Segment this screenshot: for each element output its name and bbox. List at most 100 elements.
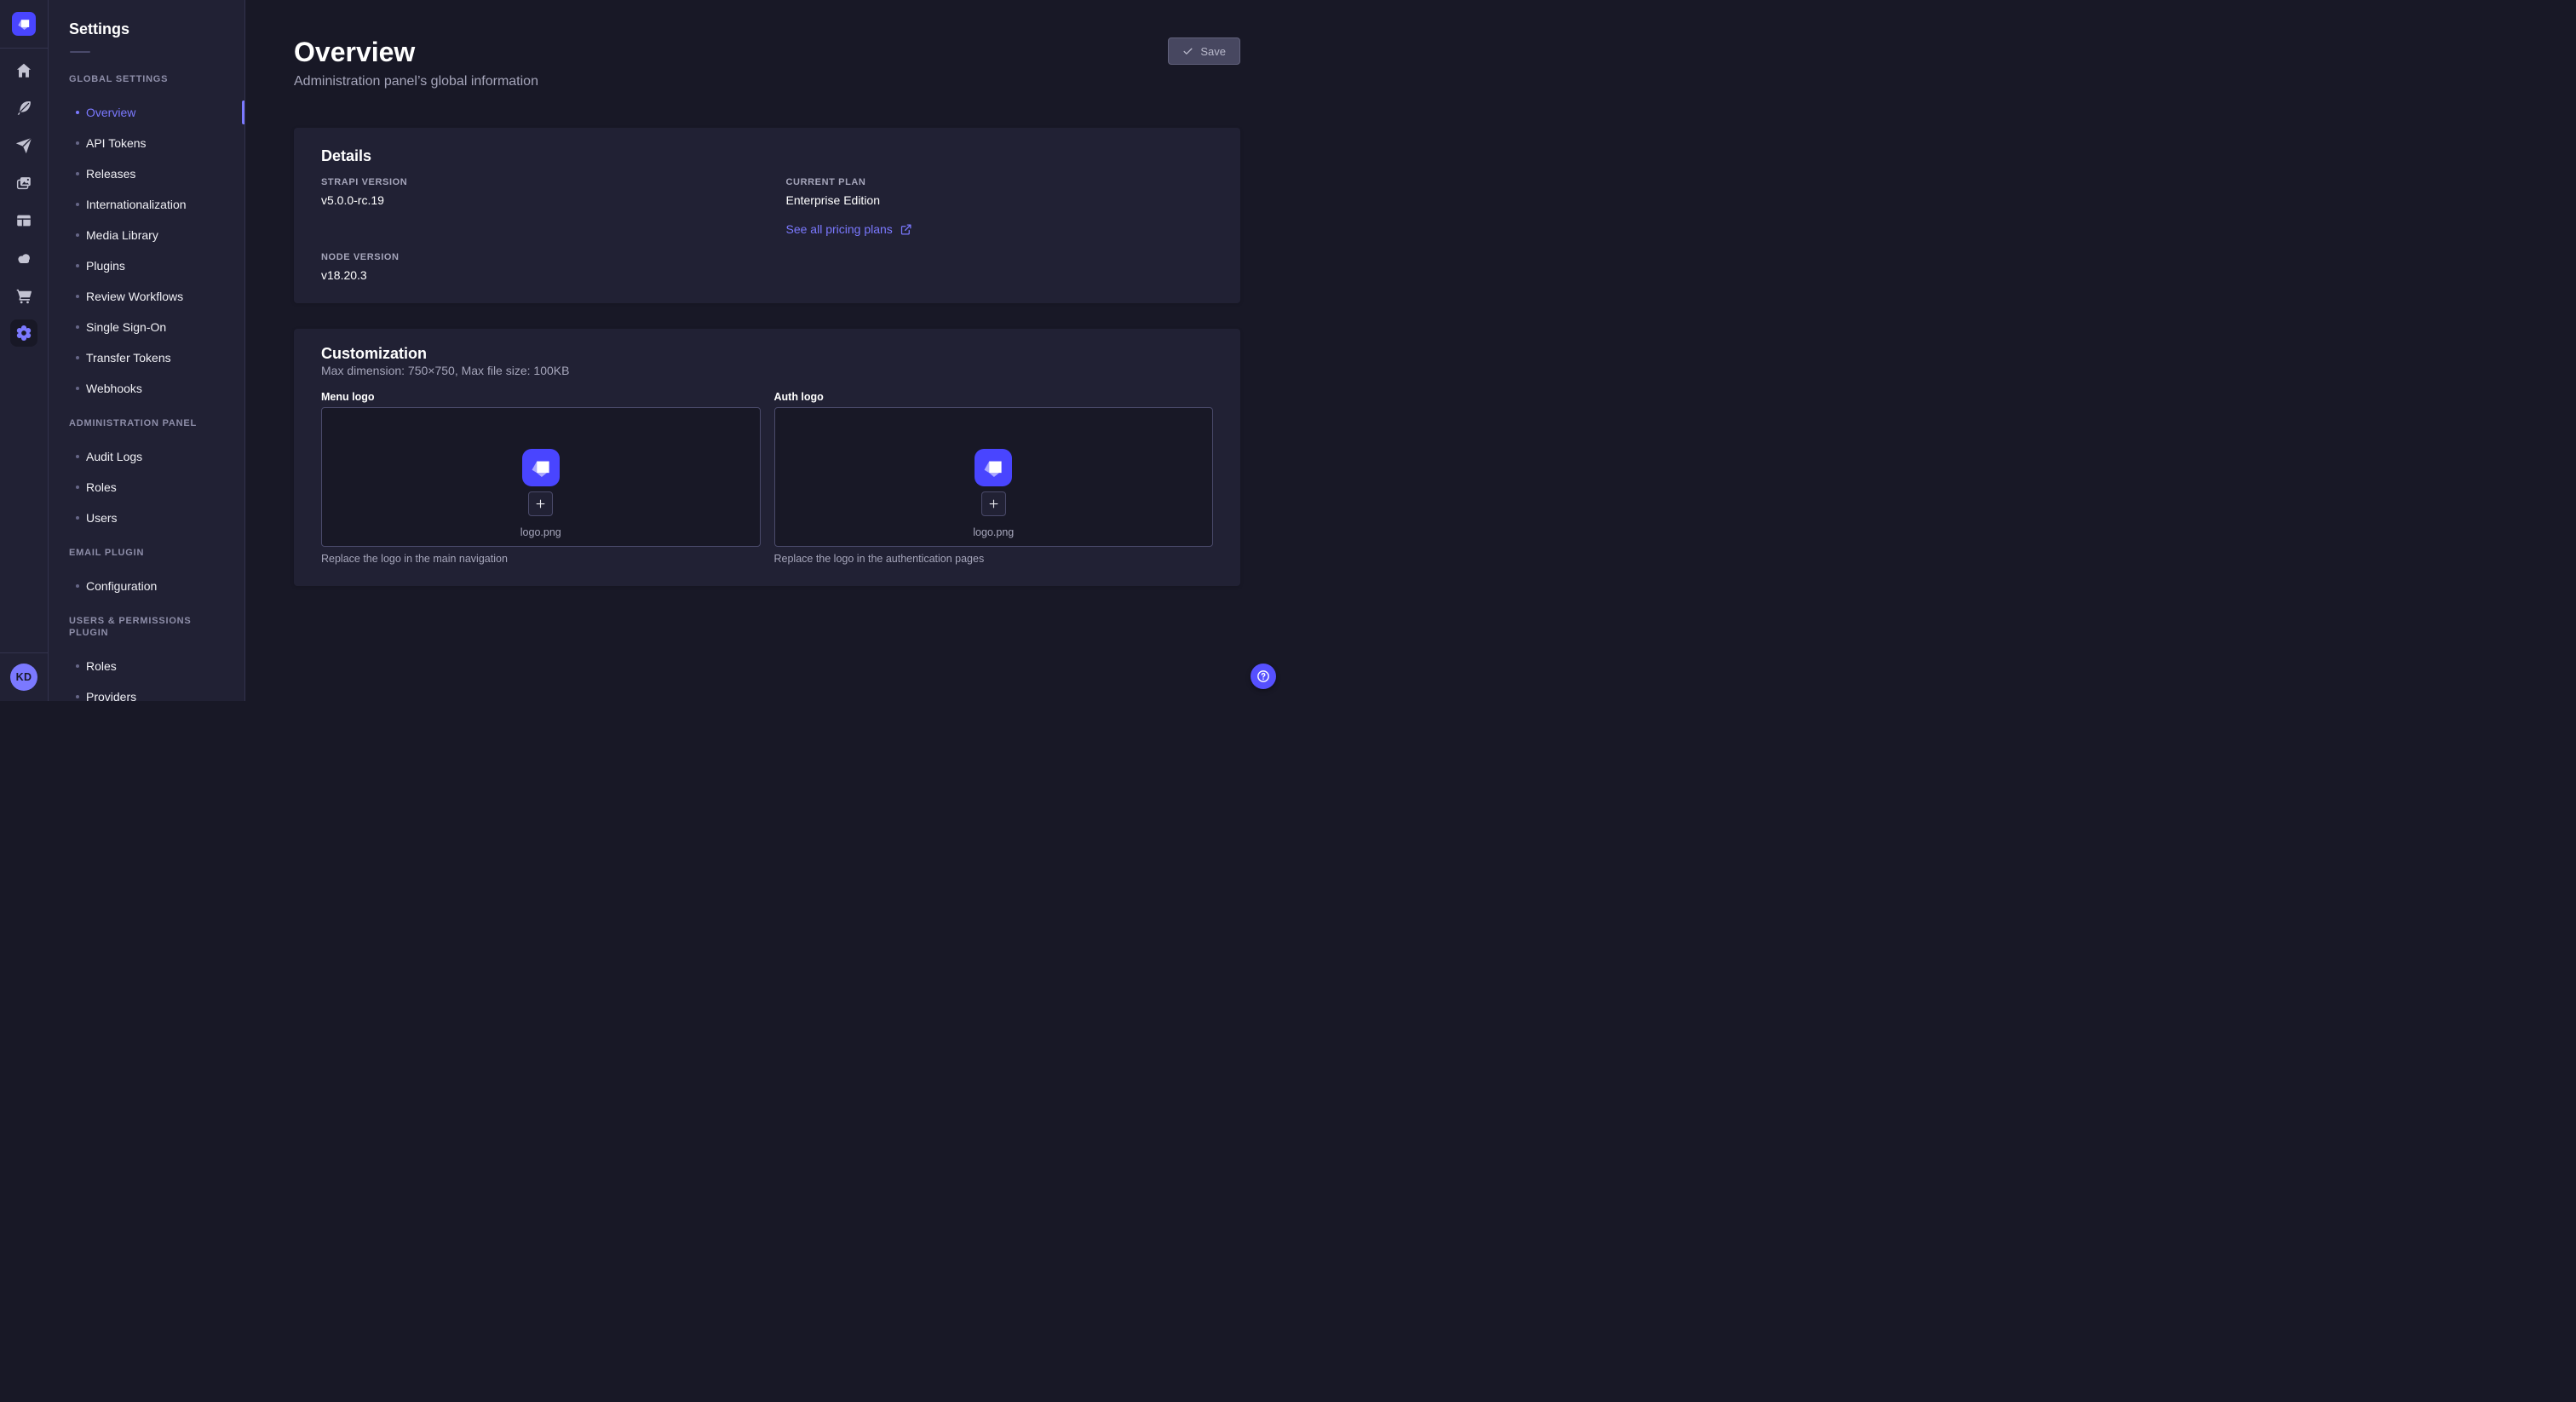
subnav-title-divider <box>70 51 90 53</box>
layout-icon[interactable] <box>10 207 37 234</box>
add-menu-logo-button[interactable] <box>528 491 553 516</box>
details-card-title: Details <box>321 147 1213 165</box>
page-subtitle: Administration panel’s global informatio… <box>294 73 1240 90</box>
nav-section-label: EMAIL PLUGIN <box>49 547 244 559</box>
bullet-icon <box>76 695 79 698</box>
details-card: Details STRAPI VERSION v5.0.0-rc.19 NODE… <box>294 128 1240 303</box>
settings-nav-item-up-roles[interactable]: Roles <box>49 651 244 681</box>
field-label: NODE VERSION <box>321 252 749 263</box>
nav-item-label: Releases <box>86 167 135 181</box>
settings-subnav: Settings GLOBAL SETTINGS Overview API To… <box>49 0 245 701</box>
field-value: v18.20.3 <box>321 268 749 283</box>
nav-item-label: Single Sign-On <box>86 320 166 334</box>
auth-logo-dropzone[interactable]: logo.png <box>774 407 1214 547</box>
strapi-version-field: STRAPI VERSION v5.0.0-rc.19 <box>321 177 749 208</box>
nav-item-label: Users <box>86 511 118 525</box>
settings-nav-item-single-sign-on[interactable]: Single Sign-On <box>49 312 244 342</box>
nav-section-email-plugin: EMAIL PLUGIN Configuration <box>49 547 244 601</box>
rail-nav <box>10 49 37 347</box>
help-button[interactable] <box>1251 664 1276 689</box>
nav-item-label: Transfer Tokens <box>86 351 171 365</box>
settings-nav-item-releases[interactable]: Releases <box>49 158 244 189</box>
nav-item-label: Roles <box>86 659 117 673</box>
customization-card-title: Customization <box>321 344 1213 363</box>
pricing-plans-link[interactable]: See all pricing plans <box>786 222 912 236</box>
bullet-icon <box>76 233 79 237</box>
save-button-label: Save <box>1200 45 1226 58</box>
paper-plane-icon[interactable] <box>10 132 37 159</box>
field-value: Enterprise Edition <box>786 193 1214 208</box>
settings-nav-item-users[interactable]: Users <box>49 503 244 533</box>
nav-item-label: Configuration <box>86 579 157 593</box>
bullet-icon <box>76 141 79 145</box>
question-mark-icon <box>1256 669 1271 684</box>
node-version-field: NODE VERSION v18.20.3 <box>321 252 749 283</box>
menu-logo-input: Menu logo logo.png <box>321 390 761 566</box>
field-value: v5.0.0-rc.19 <box>321 193 749 208</box>
pictures-icon[interactable] <box>10 170 37 197</box>
strapi-logo-preview <box>975 449 1012 486</box>
save-button[interactable]: Save <box>1168 37 1240 65</box>
main-content: Overview Administration panel’s global i… <box>246 0 1288 701</box>
details-right-column: CURRENT PLAN Enterprise Edition See all … <box>786 177 1214 283</box>
nav-section-label: ADMINISTRATION PANEL <box>49 417 244 429</box>
external-link-icon <box>900 223 912 236</box>
settings-nav-item-review-workflows[interactable]: Review Workflows <box>49 281 244 312</box>
bullet-icon <box>76 295 79 298</box>
bullet-icon <box>76 172 79 175</box>
menu-logo-filename: logo.png <box>520 526 561 538</box>
nav-item-label: Providers <box>86 690 136 701</box>
active-indicator <box>242 101 244 124</box>
settings-nav-item-internationalization[interactable]: Internationalization <box>49 189 244 220</box>
nav-item-label: Roles <box>86 480 117 494</box>
menu-logo-caption: Replace the logo in the main navigation <box>321 552 761 566</box>
settings-nav-item-audit-logs[interactable]: Audit Logs <box>49 441 244 472</box>
settings-nav-item-admin-roles[interactable]: Roles <box>49 472 244 503</box>
settings-nav-item-configuration[interactable]: Configuration <box>49 571 244 601</box>
bullet-icon <box>76 455 79 458</box>
nav-section-global-settings: GLOBAL SETTINGS Overview API Tokens Rele… <box>49 73 244 404</box>
nav-section-administration-panel: ADMINISTRATION PANEL Audit Logs Roles Us… <box>49 417 244 533</box>
settings-nav-item-api-tokens[interactable]: API Tokens <box>49 128 244 158</box>
shopping-cart-icon[interactable] <box>10 282 37 309</box>
bullet-icon <box>76 356 79 359</box>
home-icon[interactable] <box>10 57 37 84</box>
strapi-logo-preview <box>522 449 560 486</box>
field-label: CURRENT PLAN <box>786 177 1214 188</box>
menu-logo-dropzone[interactable]: logo.png <box>321 407 761 547</box>
nav-item-label: Audit Logs <box>86 450 142 463</box>
customization-constraints: Max dimension: 750×750, Max file size: 1… <box>321 363 1213 378</box>
subnav-title: Settings <box>49 20 244 37</box>
settings-nav-item-plugins[interactable]: Plugins <box>49 250 244 281</box>
bullet-icon <box>76 325 79 329</box>
bullet-icon <box>76 111 79 114</box>
nav-item-label: Review Workflows <box>86 290 183 303</box>
strapi-logo-icon[interactable] <box>12 12 36 36</box>
current-plan-field: CURRENT PLAN Enterprise Edition <box>786 177 1214 208</box>
settings-nav-item-media-library[interactable]: Media Library <box>49 220 244 250</box>
feather-icon[interactable] <box>10 95 37 122</box>
settings-nav-item-overview[interactable]: Overview <box>49 97 244 128</box>
nav-section-users-permissions-plugin: USERS & PERMISSIONS PLUGIN Roles Provide… <box>49 615 244 701</box>
strapi-settings-page: { "colors": { "background": "#181826", "… <box>0 0 1288 701</box>
details-left-column: STRAPI VERSION v5.0.0-rc.19 NODE VERSION… <box>321 177 749 283</box>
main-nav-rail: KD <box>0 0 49 701</box>
nav-section-label: GLOBAL SETTINGS <box>49 73 244 85</box>
settings-nav-item-transfer-tokens[interactable]: Transfer Tokens <box>49 342 244 373</box>
bullet-icon <box>76 664 79 668</box>
logo-input-label: Auth logo <box>774 390 1214 404</box>
settings-nav-item-providers[interactable]: Providers <box>49 681 244 701</box>
nav-item-label: Overview <box>86 106 135 119</box>
settings-nav-item-webhooks[interactable]: Webhooks <box>49 373 244 404</box>
page-title: Overview <box>294 37 1240 66</box>
auth-logo-input: Auth logo logo.png <box>774 390 1214 566</box>
pricing-plans-link-label: See all pricing plans <box>786 222 893 236</box>
rail-user-section: KD <box>0 652 48 701</box>
add-auth-logo-button[interactable] <box>981 491 1006 516</box>
user-avatar[interactable]: KD <box>10 664 37 691</box>
cloud-icon[interactable] <box>10 244 37 272</box>
gear-icon[interactable] <box>10 319 37 347</box>
logo-input-label: Menu logo <box>321 390 761 404</box>
bullet-icon <box>76 486 79 489</box>
auth-logo-caption: Replace the logo in the authentication p… <box>774 552 1214 566</box>
